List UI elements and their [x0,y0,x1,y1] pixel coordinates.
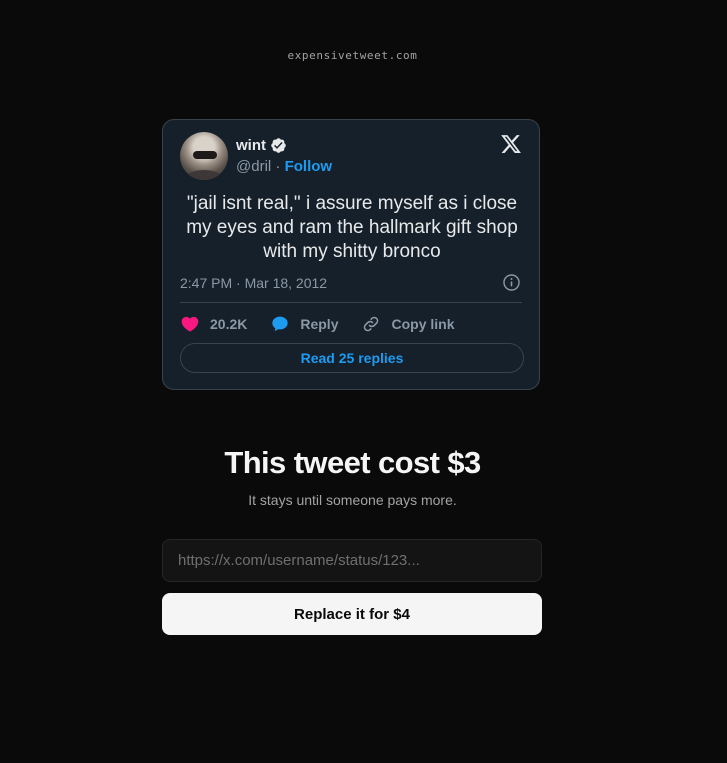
read-replies-button[interactable]: Read 25 replies [180,343,524,373]
cost-subheading: It stays until someone pays more. [248,492,457,508]
cost-heading: This tweet cost $3 [224,445,481,480]
author-handle-row: @dril · Follow [236,158,332,175]
like-button[interactable]: 20.2K [180,314,247,334]
site-name: expensivetweet.com [287,49,418,62]
heart-icon [181,316,199,332]
copy-link-button[interactable]: Copy link [361,314,455,334]
author-handle[interactable]: @dril [236,158,271,175]
tweet-text: "jail isnt real," i assure myself as i c… [186,193,518,262]
verified-badge-icon [271,138,286,153]
tweet-actions: 20.2K Reply Copy link [180,312,455,336]
tweet-divider [180,302,522,303]
reply-label: Reply [300,316,339,332]
reply-button[interactable]: Reply [270,314,338,334]
speech-bubble-icon [272,316,289,332]
like-count: 20.2K [210,316,248,332]
avatar-glasses [193,151,217,159]
replace-tweet-button[interactable]: Replace it for $4 [162,593,542,635]
page: expensivetweet.com wint @dril · Follow "… [0,0,727,763]
link-icon [364,316,379,332]
handle-separator: · [271,158,285,175]
avatar[interactable] [180,132,228,180]
avatar-shoulders [184,170,224,180]
author-name[interactable]: wint [236,137,266,154]
x-logo-icon[interactable] [500,133,522,155]
tweet-timestamp[interactable]: 2:47 PM · Mar 18, 2012 [180,275,327,291]
info-icon[interactable] [502,273,521,292]
tweet-card: wint @dril · Follow "jail isnt real," i … [162,119,540,390]
tweet-url-input[interactable] [162,539,542,582]
follow-link[interactable]: Follow [285,158,333,175]
copy-link-label: Copy link [391,316,455,332]
